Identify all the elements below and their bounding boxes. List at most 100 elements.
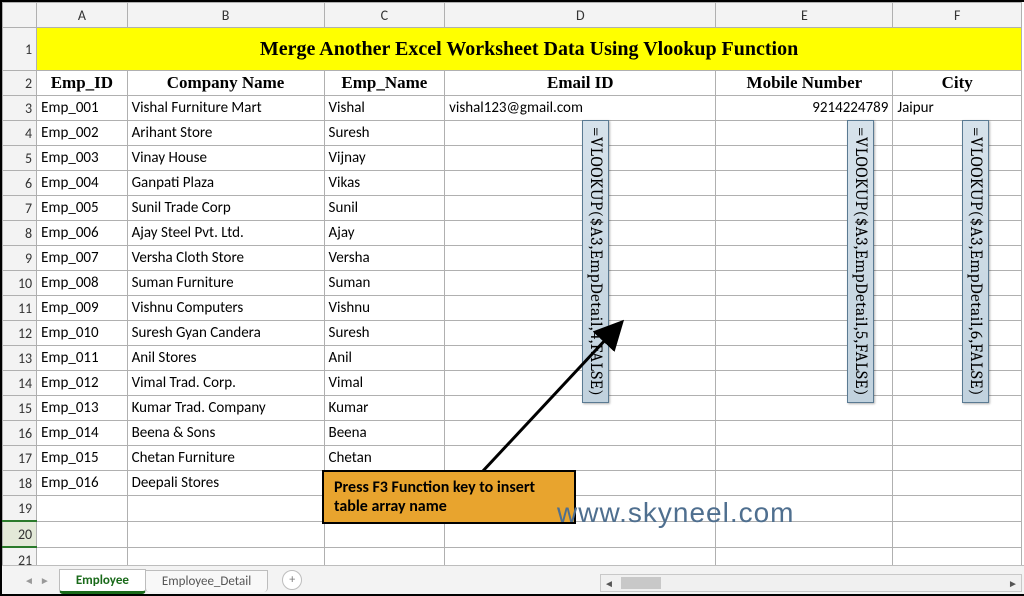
cell-E17[interactable] <box>716 446 893 471</box>
cell-F3[interactable]: Jaipur <box>893 96 1022 121</box>
cell-A14[interactable]: Emp_012 <box>37 371 127 396</box>
cell-F4[interactable] <box>893 121 1022 146</box>
row-header[interactable]: 14 <box>3 371 37 396</box>
cell-A5[interactable]: Emp_003 <box>37 146 127 171</box>
scroll-left-icon[interactable]: ◄ <box>601 577 617 590</box>
cell-F7[interactable] <box>893 196 1022 221</box>
row-header[interactable]: 18 <box>3 471 37 496</box>
cell-F9[interactable] <box>893 246 1022 271</box>
horizontal-scrollbar[interactable]: ◄ ► <box>600 574 1022 592</box>
cell-C8[interactable]: Ajay <box>324 221 445 246</box>
cell-A20[interactable] <box>37 521 127 547</box>
cell-B7[interactable]: Sunil Trade Corp <box>127 196 324 221</box>
cell-C11[interactable]: Vishnu <box>324 296 445 321</box>
cell-C4[interactable]: Suresh <box>324 121 445 146</box>
row-header[interactable]: 7 <box>3 196 37 221</box>
column-header-F[interactable]: F <box>893 3 1022 28</box>
cell-B12[interactable]: Suresh Gyan Candera <box>127 321 324 346</box>
cell-D14[interactable] <box>445 371 716 396</box>
cell-F16[interactable] <box>893 421 1022 446</box>
row-header[interactable]: 3 <box>3 96 37 121</box>
cell-D17[interactable] <box>445 446 716 471</box>
row-header[interactable]: 1 <box>3 28 37 71</box>
title-cell[interactable]: Merge Another Excel Worksheet Data Using… <box>37 28 1022 71</box>
cell-A18[interactable]: Emp_016 <box>37 471 127 496</box>
cell-E3[interactable]: 9214224789 <box>716 96 893 121</box>
header-D[interactable]: Email ID <box>445 71 716 96</box>
cell-A19[interactable] <box>37 496 127 522</box>
cell-A12[interactable]: Emp_010 <box>37 321 127 346</box>
column-header-C[interactable]: C <box>324 3 445 28</box>
row-header[interactable]: 5 <box>3 146 37 171</box>
cell-C15[interactable]: Kumar <box>324 396 445 421</box>
tab-nav-prev-icon[interactable]: ◄ <box>24 574 34 587</box>
cell-B20[interactable] <box>127 521 324 547</box>
cell-C13[interactable]: Anil <box>324 346 445 371</box>
cell-C17[interactable]: Chetan <box>324 446 445 471</box>
cell-B13[interactable]: Anil Stores <box>127 346 324 371</box>
row-header[interactable]: 6 <box>3 171 37 196</box>
cell-D10[interactable] <box>445 271 716 296</box>
cell-B4[interactable]: Arihant Store <box>127 121 324 146</box>
cell-A6[interactable]: Emp_004 <box>37 171 127 196</box>
cell-B17[interactable]: Chetan Furniture <box>127 446 324 471</box>
cell-F10[interactable] <box>893 271 1022 296</box>
cell-B11[interactable]: Vishnu Computers <box>127 296 324 321</box>
row-header[interactable]: 15 <box>3 396 37 421</box>
cell-F12[interactable] <box>893 321 1022 346</box>
cell-C20[interactable] <box>324 521 445 547</box>
header-A[interactable]: Emp_ID <box>37 71 127 96</box>
cell-D12[interactable] <box>445 321 716 346</box>
cell-C5[interactable]: Vijnay <box>324 146 445 171</box>
scroll-right-icon[interactable]: ► <box>1005 577 1021 590</box>
cell-D3[interactable]: vishal123@gmail.com <box>445 96 716 121</box>
row-header[interactable]: 17 <box>3 446 37 471</box>
cell-F8[interactable] <box>893 221 1022 246</box>
cell-D6[interactable] <box>445 171 716 196</box>
cell-E16[interactable] <box>716 421 893 446</box>
select-all-cell[interactable] <box>3 3 37 28</box>
cell-D16[interactable] <box>445 421 716 446</box>
column-header-D[interactable]: D <box>445 3 716 28</box>
cell-F17[interactable] <box>893 446 1022 471</box>
cell-D13[interactable] <box>445 346 716 371</box>
row-header[interactable]: 2 <box>3 71 37 96</box>
cell-C16[interactable]: Beena <box>324 421 445 446</box>
cell-F20[interactable] <box>893 521 1022 547</box>
cell-F14[interactable] <box>893 371 1022 396</box>
header-F[interactable]: City <box>893 71 1022 96</box>
cell-F15[interactable] <box>893 396 1022 421</box>
cell-B9[interactable]: Versha Cloth Store <box>127 246 324 271</box>
cell-A17[interactable]: Emp_015 <box>37 446 127 471</box>
cell-B18[interactable]: Deepali Stores <box>127 471 324 496</box>
new-sheet-button[interactable]: + <box>282 570 302 590</box>
cell-A16[interactable]: Emp_014 <box>37 421 127 446</box>
cell-C3[interactable]: Vishal <box>324 96 445 121</box>
cell-F11[interactable] <box>893 296 1022 321</box>
cell-B15[interactable]: Kumar Trad. Company <box>127 396 324 421</box>
cell-F18[interactable] <box>893 471 1022 496</box>
cell-C7[interactable]: Sunil <box>324 196 445 221</box>
cell-A13[interactable]: Emp_011 <box>37 346 127 371</box>
cell-A10[interactable]: Emp_008 <box>37 271 127 296</box>
cell-E18[interactable] <box>716 471 893 496</box>
row-header[interactable]: 8 <box>3 221 37 246</box>
cell-B16[interactable]: Beena & Sons <box>127 421 324 446</box>
row-header[interactable]: 10 <box>3 271 37 296</box>
header-B[interactable]: Company Name <box>127 71 324 96</box>
sheet-tab-employee[interactable]: Employee <box>59 569 146 594</box>
row-header[interactable]: 16 <box>3 421 37 446</box>
cell-B8[interactable]: Ajay Steel Pvt. Ltd. <box>127 221 324 246</box>
cell-D5[interactable] <box>445 146 716 171</box>
sheet-tab-employee-detail[interactable]: Employee_Detail <box>145 570 268 592</box>
cell-F19[interactable] <box>893 496 1022 522</box>
header-C[interactable]: Emp_Name <box>324 71 445 96</box>
column-header-A[interactable]: A <box>37 3 127 28</box>
cell-D11[interactable] <box>445 296 716 321</box>
cell-A8[interactable]: Emp_006 <box>37 221 127 246</box>
cell-D9[interactable] <box>445 246 716 271</box>
cell-D15[interactable] <box>445 396 716 421</box>
cell-A7[interactable]: Emp_005 <box>37 196 127 221</box>
tab-nav-next-icon[interactable]: ► <box>40 574 50 587</box>
header-E[interactable]: Mobile Number <box>716 71 893 96</box>
